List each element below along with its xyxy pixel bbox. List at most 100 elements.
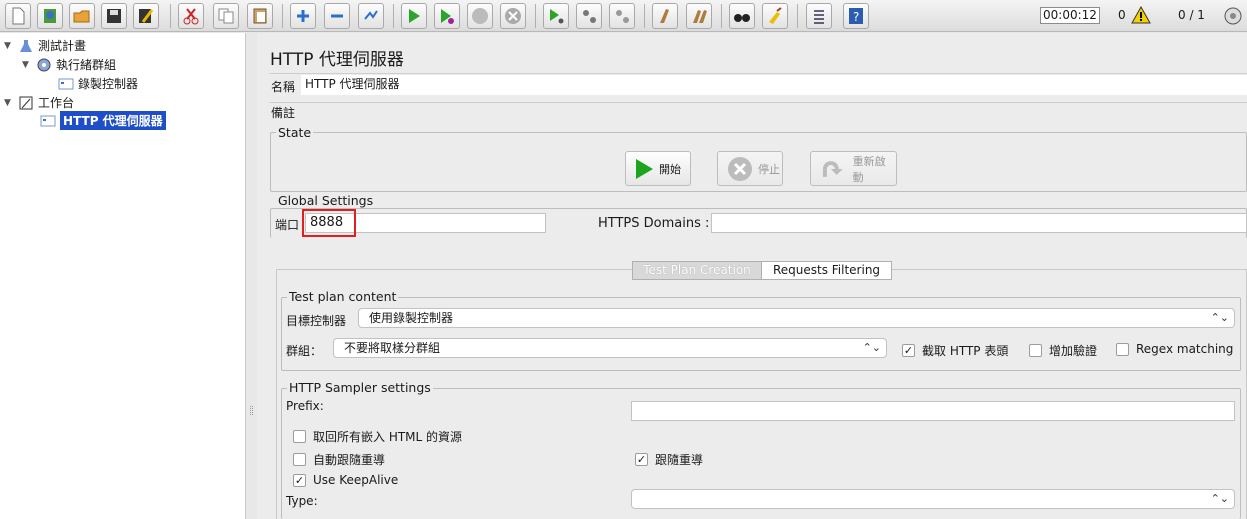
name-field[interactable]: HTTP 代理伺服器 (301, 75, 1247, 95)
search-icon[interactable] (729, 3, 755, 29)
https-domains-input[interactable] (711, 213, 1247, 233)
checkbox-icon (1029, 344, 1042, 357)
remote-stop-icon[interactable] (576, 3, 602, 29)
regex-matching-label: Regex matching (1136, 342, 1234, 356)
target-controller-label: 目標控制器 (286, 314, 347, 328)
expand-icon[interactable] (290, 3, 316, 29)
save-icon[interactable] (101, 3, 127, 29)
remote-start-icon[interactable] (543, 3, 569, 29)
open-folder-icon[interactable] (69, 3, 95, 29)
collapse-icon[interactable] (324, 3, 350, 29)
checkbox-icon (293, 453, 306, 466)
select-arrows-icon: ⌃⌄ (1210, 492, 1229, 505)
name-label: 名稱 (271, 80, 296, 94)
expand-toggle-icon[interactable]: ▼ (22, 60, 36, 70)
state-legend: State (276, 125, 314, 140)
reset-search-icon[interactable] (762, 3, 788, 29)
tree-item-workbench[interactable]: ▼ 工作台 (4, 94, 74, 111)
status-indicator-icon (1224, 7, 1242, 25)
type-select[interactable]: ⌃⌄ (631, 489, 1235, 509)
remote-exit-icon[interactable] (609, 3, 635, 29)
save-as-icon[interactable] (133, 3, 159, 29)
tree-item-test-plan[interactable]: ▼ 測試計畫 (4, 37, 86, 54)
tab-requests-filtering[interactable]: Requests Filtering (761, 261, 892, 280)
grouping-select[interactable]: 不要將取樣分群組 ⌃⌄ (333, 338, 887, 358)
target-controller-select[interactable]: 使用錄製控制器 ⌃⌄ (358, 308, 1235, 328)
retrieve-embedded-label: 取回所有嵌入 HTML 的資源 (313, 430, 463, 444)
tree-item-http-proxy[interactable]: HTTP 代理伺服器 (40, 111, 166, 130)
toggle-icon[interactable] (358, 3, 384, 29)
select-arrows-icon: ⌃⌄ (1210, 311, 1229, 324)
elapsed-timer: 00:00:12 (1040, 7, 1100, 24)
tree-item-label: 工作台 (38, 96, 75, 110)
add-assertions-checkbox[interactable]: 增加驗證 (1029, 342, 1097, 359)
new-file-icon[interactable] (5, 3, 31, 29)
clear-all-icon[interactable] (686, 3, 712, 29)
active-threads: 0 / 1 (1178, 8, 1205, 22)
warning-count: 0 (1118, 8, 1126, 22)
gear-icon (37, 58, 51, 71)
https-domains-label: HTTPS Domains : (598, 216, 710, 231)
keepalive-checkbox[interactable]: ✓ Use KeepAlive (293, 473, 398, 487)
port-label: 端口 (275, 218, 300, 232)
proxy-panel: HTTP 代理伺服器 名稱 HTTP 代理伺服器 備註 State 開始 停止 … (257, 33, 1247, 519)
expand-toggle-icon[interactable]: ▼ (4, 41, 18, 51)
stop-icon[interactable] (467, 3, 493, 29)
prefix-input[interactable] (631, 401, 1235, 421)
svg-text:?: ? (853, 10, 859, 24)
prefix-label: Prefix: (286, 399, 324, 413)
restart-icon (822, 160, 843, 177)
follow-redirect-label: 跟隨重導 (655, 453, 704, 467)
templates-icon[interactable] (37, 3, 63, 29)
start-no-pauses-icon[interactable] (434, 3, 460, 29)
comments-field[interactable] (301, 101, 1247, 121)
type-label: Type: (286, 494, 318, 508)
tree-item-label: 測試計畫 (38, 39, 87, 53)
start-icon[interactable] (401, 3, 427, 29)
flask-icon (20, 39, 32, 52)
split-pane-divider[interactable] (247, 33, 256, 519)
controller-icon (58, 78, 74, 89)
play-icon (636, 158, 653, 179)
follow-redirect-checkbox[interactable]: ✓ 跟隨重導 (635, 451, 703, 468)
add-assertions-label: 增加驗證 (1049, 344, 1098, 358)
http-sampler-settings-legend: HTTP Sampler settings (287, 380, 433, 395)
tree-item-thread-group[interactable]: ▼ 執行緒群組 (22, 56, 116, 73)
stop-label: 停止 (758, 162, 780, 176)
shutdown-icon[interactable] (500, 3, 526, 29)
tree-item-label-selected: HTTP 代理伺服器 (60, 111, 166, 130)
copy-icon[interactable] (213, 3, 239, 29)
start-button[interactable]: 開始 (625, 151, 691, 186)
comments-label: 備註 (271, 106, 296, 120)
restart-button[interactable]: 重新啟動 (810, 151, 897, 186)
test-tree: ▼ 測試計畫 ▼ 執行緒群組 錄製控制器 ▼ 工作台 HTTP 代理伺服器 (0, 33, 246, 519)
toolbar: ? 00:00:12 0 0 / 1 (0, 0, 1247, 32)
grouping-value: 不要將取樣分群組 (344, 341, 441, 355)
checkbox-icon (293, 430, 306, 443)
expand-toggle-icon[interactable]: ▼ (4, 98, 18, 108)
tab-test-plan-creation[interactable]: Test Plan Creation (632, 261, 762, 280)
paste-icon[interactable] (247, 3, 273, 29)
retrieve-embedded-checkbox[interactable]: 取回所有嵌入 HTML 的資源 (293, 428, 462, 445)
clear-icon[interactable] (652, 3, 678, 29)
target-controller-value: 使用錄製控制器 (369, 311, 454, 325)
keepalive-label: Use KeepAlive (313, 473, 399, 487)
capture-headers-label: 截取 HTTP 表頭 (922, 344, 1009, 358)
tree-item-recording-controller[interactable]: 錄製控制器 (58, 75, 138, 92)
stop-button[interactable]: 停止 (717, 151, 783, 186)
warning-icon[interactable] (1131, 6, 1151, 24)
checkbox-icon (1116, 342, 1129, 356)
help-icon[interactable]: ? (843, 3, 869, 29)
tree-item-label: 執行緒群組 (56, 58, 117, 72)
global-settings-legend: Global Settings (276, 193, 376, 208)
stop-icon (728, 156, 752, 181)
grouping-label: 群組： (286, 344, 323, 358)
function-helper-icon[interactable] (806, 3, 832, 29)
port-highlight (302, 209, 356, 237)
auto-redirect-checkbox[interactable]: 自動跟隨重導 (293, 451, 385, 468)
capture-headers-checkbox[interactable]: ✓ 截取 HTTP 表頭 (902, 342, 1008, 359)
regex-matching-checkbox[interactable]: Regex matching (1116, 342, 1233, 356)
checkbox-checked-icon: ✓ (902, 344, 915, 357)
cut-icon[interactable] (178, 3, 204, 29)
auto-redirect-label: 自動跟隨重導 (313, 453, 386, 467)
